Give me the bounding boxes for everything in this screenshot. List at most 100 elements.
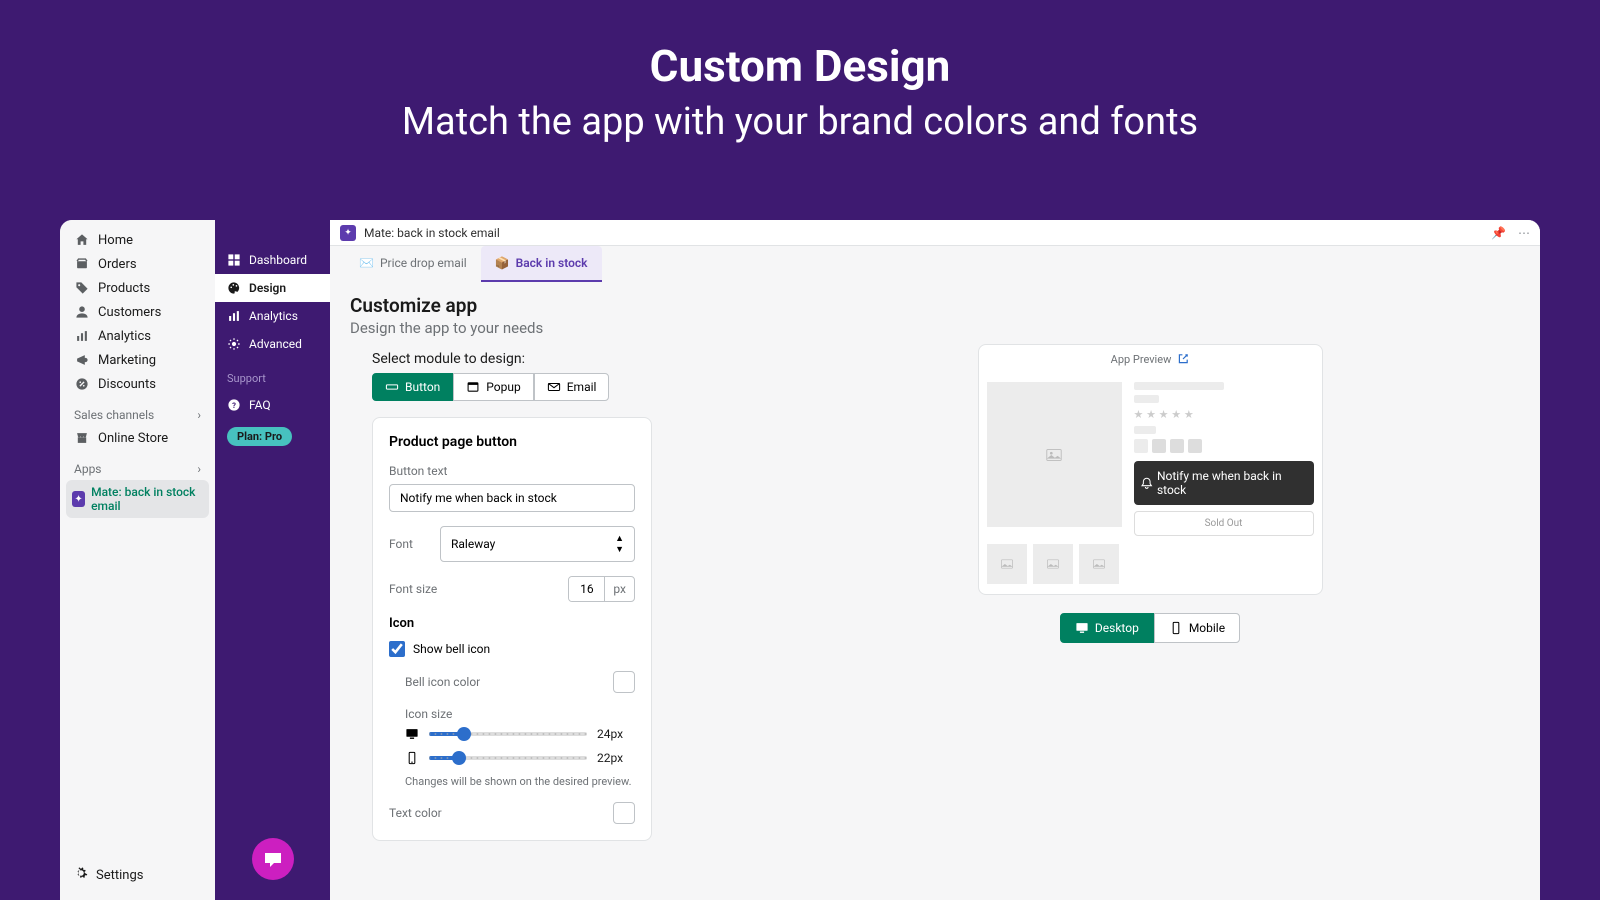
module-email[interactable]: Email <box>534 373 610 401</box>
preview-hint: Changes will be shown on the desired pre… <box>405 775 635 788</box>
device-toggle: Desktop Mobile <box>780 613 1520 643</box>
desktop-icon-slider[interactable]: 24px <box>405 727 635 741</box>
preview-card: App Preview ★ ★ ★ ★ ★ Notify me when bac… <box>978 344 1323 595</box>
button-icon <box>385 380 399 394</box>
chevron-right-icon: › <box>197 408 201 422</box>
pin-icon[interactable]: 📌 <box>1491 226 1506 240</box>
support-section: Support <box>215 358 330 391</box>
appnav-faq[interactable]: ?FAQ <box>215 391 330 419</box>
mobile-icon <box>1169 621 1183 635</box>
icon-section-label: Icon <box>389 616 635 631</box>
preview-title: App Preview <box>1111 353 1172 366</box>
font-label: Font <box>389 537 413 551</box>
nav-products[interactable]: Products <box>66 276 209 300</box>
nav-analytics[interactable]: Analytics <box>66 324 209 348</box>
orders-icon <box>74 256 90 272</box>
svg-text:?: ? <box>232 401 236 410</box>
card-title: Product page button <box>389 434 635 450</box>
store-icon <box>74 430 90 446</box>
updown-icon: ▲▼ <box>615 533 624 555</box>
mail-icon: ✉️ <box>359 256 374 270</box>
nav-orders[interactable]: Orders <box>66 252 209 276</box>
mobile-icon <box>405 751 419 765</box>
preview-main-image <box>987 382 1122 527</box>
bell-color-label: Bell icon color <box>405 675 480 689</box>
gear-icon <box>227 337 241 351</box>
app-logo-icon: ✦ <box>72 491 85 507</box>
preview-notify-button: Notify me when back in stock <box>1134 461 1314 505</box>
topbar-title: Mate: back in stock email <box>364 226 500 240</box>
font-size-label: Font size <box>389 582 437 596</box>
text-color-label: Text color <box>389 806 442 820</box>
gear-icon <box>74 866 88 884</box>
app-sidebar: Dashboard Design Analytics Advanced Supp… <box>215 220 330 900</box>
plan-badge: Plan: Pro <box>227 427 292 446</box>
desktop-icon <box>405 727 419 741</box>
bell-color-swatch[interactable] <box>613 671 635 693</box>
external-link-icon[interactable] <box>1177 353 1189 365</box>
module-selector: Button Popup Email <box>372 373 750 401</box>
app-logo-icon: ✦ <box>340 225 356 241</box>
preview-thumb <box>1079 544 1119 584</box>
nav-discounts[interactable]: Discounts <box>66 372 209 396</box>
tab-back-in-stock[interactable]: 📦Back in stock <box>481 246 602 282</box>
popup-icon <box>466 380 480 394</box>
module-button[interactable]: Button <box>372 373 453 401</box>
analytics-icon <box>74 328 90 344</box>
app-window: Home Orders Products Customers Analytics… <box>60 220 1540 900</box>
desktop-icon <box>1075 621 1089 635</box>
appnav-dashboard[interactable]: Dashboard <box>215 246 330 274</box>
module-popup[interactable]: Popup <box>453 373 533 401</box>
preview-thumb <box>987 544 1027 584</box>
module-label: Select module to design: <box>372 351 750 367</box>
help-icon: ? <box>227 398 241 412</box>
chat-button[interactable] <box>252 838 294 880</box>
nav-home[interactable]: Home <box>66 228 209 252</box>
tab-price-drop[interactable]: ✉️Price drop email <box>345 246 481 282</box>
home-icon <box>74 232 90 248</box>
mobile-icon-slider[interactable]: 22px <box>405 751 635 765</box>
customers-icon <box>74 304 90 320</box>
tabs: ✉️Price drop email 📦Back in stock <box>330 246 1540 282</box>
nav-settings[interactable]: Settings <box>66 858 209 892</box>
shopify-sidebar: Home Orders Products Customers Analytics… <box>60 220 215 900</box>
chevron-right-icon: › <box>197 462 201 476</box>
bell-icon <box>1140 476 1153 490</box>
main-area: ✦ Mate: back in stock email 📌 ⋯ ✉️Price … <box>330 220 1540 900</box>
box-icon: 📦 <box>495 256 510 270</box>
preview-soldout: Sold Out <box>1134 511 1314 536</box>
dashboard-icon <box>227 253 241 267</box>
hero-title: Custom Design <box>0 40 1600 92</box>
discounts-icon <box>74 376 90 392</box>
email-icon <box>547 380 561 394</box>
appnav-advanced[interactable]: Advanced <box>215 330 330 358</box>
icon-size-label: Icon size <box>405 707 635 721</box>
page-subtitle: Design the app to your needs <box>350 319 750 337</box>
topbar: ✦ Mate: back in stock email 📌 ⋯ <box>330 220 1540 246</box>
show-bell-checkbox[interactable]: Show bell icon <box>389 641 635 657</box>
sidebar-app-mate[interactable]: ✦Mate: back in stock email <box>66 480 209 518</box>
font-select[interactable]: Raleway▲▼ <box>440 526 635 562</box>
more-icon[interactable]: ⋯ <box>1518 226 1530 240</box>
sales-channels-header[interactable]: Sales channels› <box>66 396 209 426</box>
button-text-label: Button text <box>389 464 635 478</box>
palette-icon <box>227 281 241 295</box>
marketing-icon <box>74 352 90 368</box>
appnav-design[interactable]: Design <box>215 274 330 302</box>
chat-icon <box>263 849 283 869</box>
nav-customers[interactable]: Customers <box>66 300 209 324</box>
nav-marketing[interactable]: Marketing <box>66 348 209 372</box>
preview-thumb <box>1033 544 1073 584</box>
nav-online-store[interactable]: Online Store <box>66 426 209 450</box>
page-title: Customize app <box>350 294 750 317</box>
text-color-swatch[interactable] <box>613 802 635 824</box>
button-text-input[interactable] <box>389 484 635 512</box>
apps-header[interactable]: Apps› <box>66 450 209 480</box>
settings-card: Product page button Button text Font Ral… <box>372 417 652 841</box>
font-size-input[interactable]: px <box>568 576 635 602</box>
appnav-analytics[interactable]: Analytics <box>215 302 330 330</box>
device-mobile[interactable]: Mobile <box>1154 613 1240 643</box>
chart-icon <box>227 309 241 323</box>
preview-stars: ★ ★ ★ ★ ★ <box>1134 408 1314 421</box>
device-desktop[interactable]: Desktop <box>1060 613 1154 643</box>
